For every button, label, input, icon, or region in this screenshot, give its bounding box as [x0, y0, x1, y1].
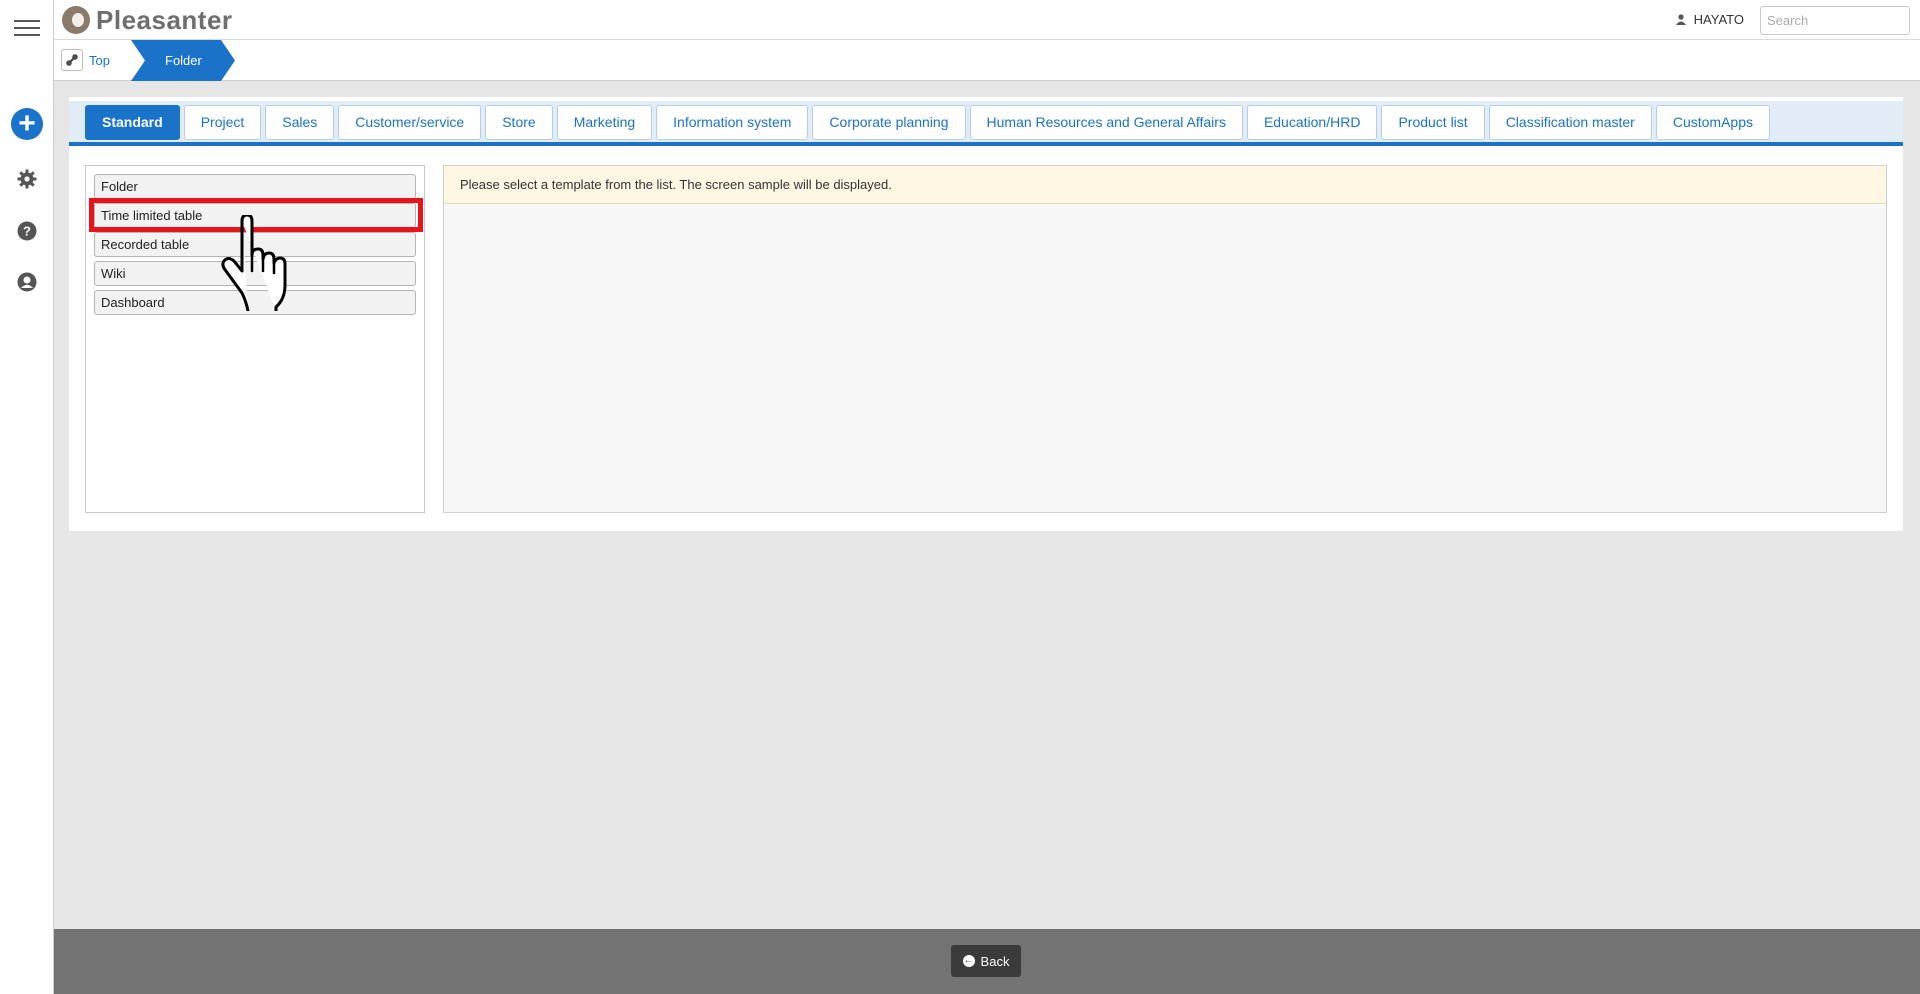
tab-sales[interactable]: Sales — [265, 105, 335, 140]
top-header: Pleasanter HAYATO — [54, 0, 1920, 40]
tab-customapps[interactable]: CustomApps — [1655, 105, 1770, 140]
template-preview: Please select a template from the list. … — [443, 165, 1887, 513]
template-item-folder[interactable]: Folder — [94, 174, 416, 199]
tab-marketing[interactable]: Marketing — [556, 105, 653, 140]
svg-text:?: ? — [23, 224, 31, 239]
tab-corporate-planning[interactable]: Corporate planning — [812, 105, 966, 140]
breadcrumb-link-icon[interactable] — [61, 49, 83, 71]
footer-bar: ← Back — [54, 929, 1920, 994]
tab-standard[interactable]: Standard — [85, 105, 180, 140]
template-item-time-limited-table[interactable]: Time limited table — [94, 203, 416, 228]
logo-text: Pleasanter — [96, 4, 233, 35]
breadcrumb: Top Folder — [54, 40, 1920, 81]
template-panel: Standard Project Sales Customer/service Stor… — [69, 97, 1903, 531]
gear-icon[interactable] — [17, 169, 37, 189]
breadcrumb-top[interactable]: Top — [89, 53, 110, 68]
preview-notice: Please select a template from the list. … — [444, 166, 1886, 204]
user-icon[interactable] — [17, 272, 37, 292]
link-icon — [66, 54, 78, 66]
user-menu[interactable]: HAYATO — [1675, 12, 1744, 27]
logo[interactable]: Pleasanter — [62, 4, 233, 35]
tab-project[interactable]: Project — [183, 105, 262, 140]
search-input[interactable] — [1760, 6, 1910, 35]
left-rail: + ? — [0, 0, 54, 994]
plus-icon[interactable]: + — [11, 108, 43, 140]
user-name: HAYATO — [1693, 12, 1744, 27]
template-list: Folder Time limited table Recorded table Wi… — [85, 165, 425, 513]
template-item-dashboard[interactable]: Dashboard — [94, 290, 416, 315]
back-arrow-icon: ← — [962, 955, 975, 967]
template-item-recorded-table[interactable]: Recorded table — [94, 232, 416, 257]
hamburger-menu-icon[interactable] — [14, 20, 40, 36]
template-item-wiki[interactable]: Wiki — [94, 261, 416, 286]
tab-education-hrd[interactable]: Education/HRD — [1246, 105, 1378, 140]
tab-classification-master[interactable]: Classification master — [1488, 105, 1652, 140]
tab-store[interactable]: Store — [485, 105, 553, 140]
tab-human-resources-and-general-affairs[interactable]: Human Resources and General Affairs — [969, 105, 1243, 140]
back-button[interactable]: ← Back — [951, 945, 1021, 977]
tab-product-list[interactable]: Product list — [1381, 105, 1485, 140]
tab-customer-service[interactable]: Customer/service — [338, 105, 482, 140]
help-icon[interactable]: ? — [17, 221, 37, 241]
tab-information-system[interactable]: Information system — [656, 105, 809, 140]
user-small-icon — [1675, 14, 1686, 25]
breadcrumb-current[interactable]: Folder — [131, 40, 235, 81]
category-tab-bar: Standard Project Sales Customer/service Stor… — [69, 101, 1903, 146]
logo-bird-icon — [62, 6, 90, 34]
back-label: Back — [980, 953, 1010, 969]
